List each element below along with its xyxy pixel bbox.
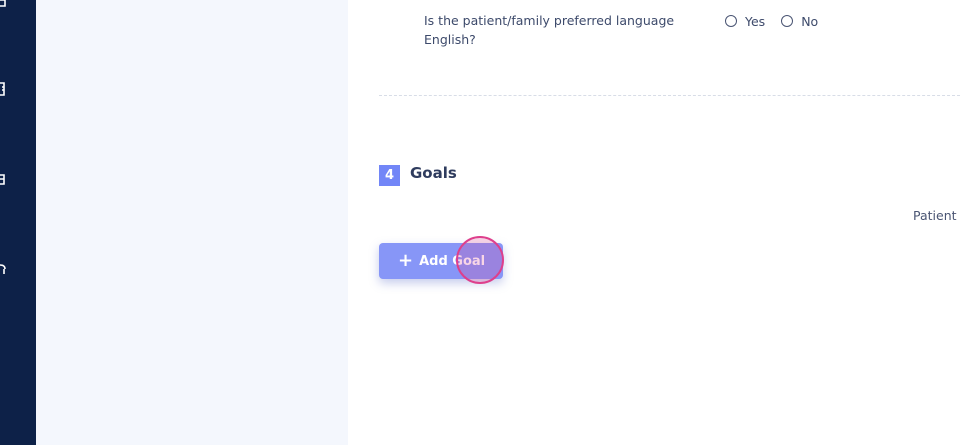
radio-option-no[interactable]: No	[781, 14, 818, 29]
section-title: Goals	[410, 164, 457, 182]
document-icon[interactable]	[0, 81, 6, 97]
goals-column-label: Patient	[913, 208, 957, 223]
user-icon[interactable]	[0, 262, 6, 276]
section-number-badge: 4	[379, 165, 400, 186]
radio-no-circle[interactable]	[781, 15, 794, 27]
sidebar	[0, 0, 36, 445]
calendar-icon[interactable]	[0, 0, 6, 8]
click-indicator	[456, 236, 504, 284]
language-radio-group: Yes No	[725, 11, 834, 31]
language-question-label: Is the patient/family preferred language…	[424, 13, 675, 47]
radio-no-label[interactable]: No	[801, 14, 818, 29]
folder-icon[interactable]	[0, 172, 6, 186]
plus-icon: +	[398, 250, 414, 271]
section-divider	[379, 95, 960, 96]
radio-option-yes[interactable]: Yes	[725, 14, 765, 29]
left-panel	[36, 0, 348, 445]
radio-yes-circle[interactable]	[725, 15, 737, 27]
radio-yes-label[interactable]: Yes	[745, 14, 765, 29]
main-content	[348, 0, 960, 445]
